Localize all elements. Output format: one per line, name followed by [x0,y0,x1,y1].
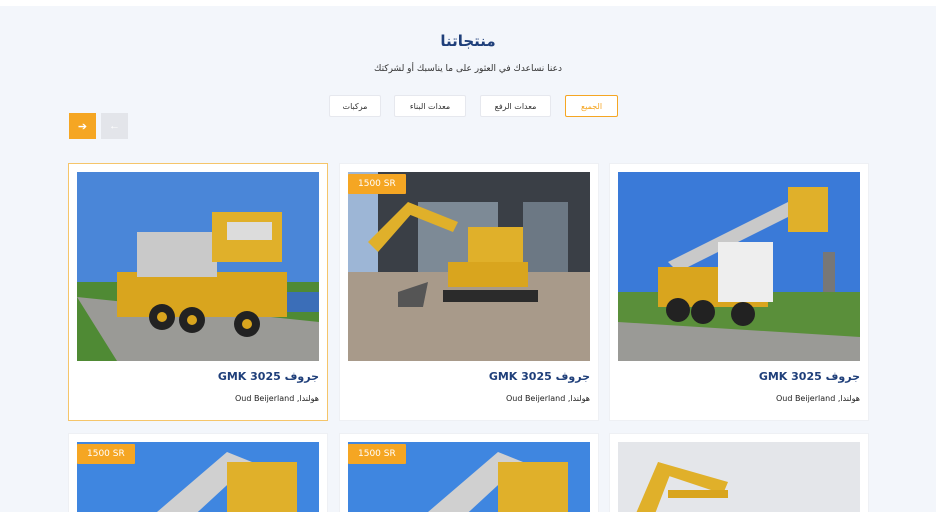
filter-construction-button[interactable]: معدات البناء [394,95,466,117]
product-image[interactable] [618,442,860,512]
product-location: هولندا, Oud Beijerland [505,394,590,403]
product-location: هولندا, Oud Beijerland [775,394,860,403]
product-card[interactable]: 1500 SR جروف GMK 3025 هولندا, Oud Beijer… [339,163,599,421]
product-card[interactable]: جروف GMK 3025 هولندا, Oud Beijerland [609,163,869,421]
product-image[interactable] [77,172,319,361]
price-badge: 1500 SR [348,174,406,194]
filter-bar: الجميع معدات الرفع معدات البناء مركبات [0,95,936,117]
section-title: منتجاتنا [440,32,496,50]
arrow-icon: ← [109,120,120,132]
grove-crane-image [618,172,860,361]
carousel-prev-button[interactable]: ← [101,113,128,139]
section-subtitle: دعنا نساعدك في العثور على ما يناسبك أو ل… [374,64,562,74]
crane-truck-image [77,172,319,361]
top-band [0,0,936,6]
filter-vehicles-button[interactable]: مركبات [329,95,381,117]
product-card[interactable] [609,433,869,512]
price-badge: 1500 SR [348,444,406,464]
product-card[interactable]: 1500 SR [339,433,599,512]
excavator-image [348,172,590,361]
product-image[interactable] [618,172,860,361]
filter-all-button[interactable]: الجميع [565,95,618,117]
product-name[interactable]: جروف GMK 3025 [759,370,860,383]
product-card[interactable]: 1500 SR [68,433,328,512]
carousel-next-button[interactable]: ➔ [69,113,96,139]
product-name[interactable]: جروف GMK 3025 [218,370,319,383]
price-badge: 1500 SR [77,444,135,464]
product-image[interactable] [348,172,590,361]
product-card[interactable]: جروف GMK 3025 هولندا, Oud Beijerland [68,163,328,421]
product-location: هولندا, Oud Beijerland [234,394,319,403]
arrow-icon: ➔ [77,120,88,133]
product-name[interactable]: جروف GMK 3025 [489,370,590,383]
sany-excavator-image [618,442,860,512]
filter-lifting-button[interactable]: معدات الرفع [480,95,551,117]
